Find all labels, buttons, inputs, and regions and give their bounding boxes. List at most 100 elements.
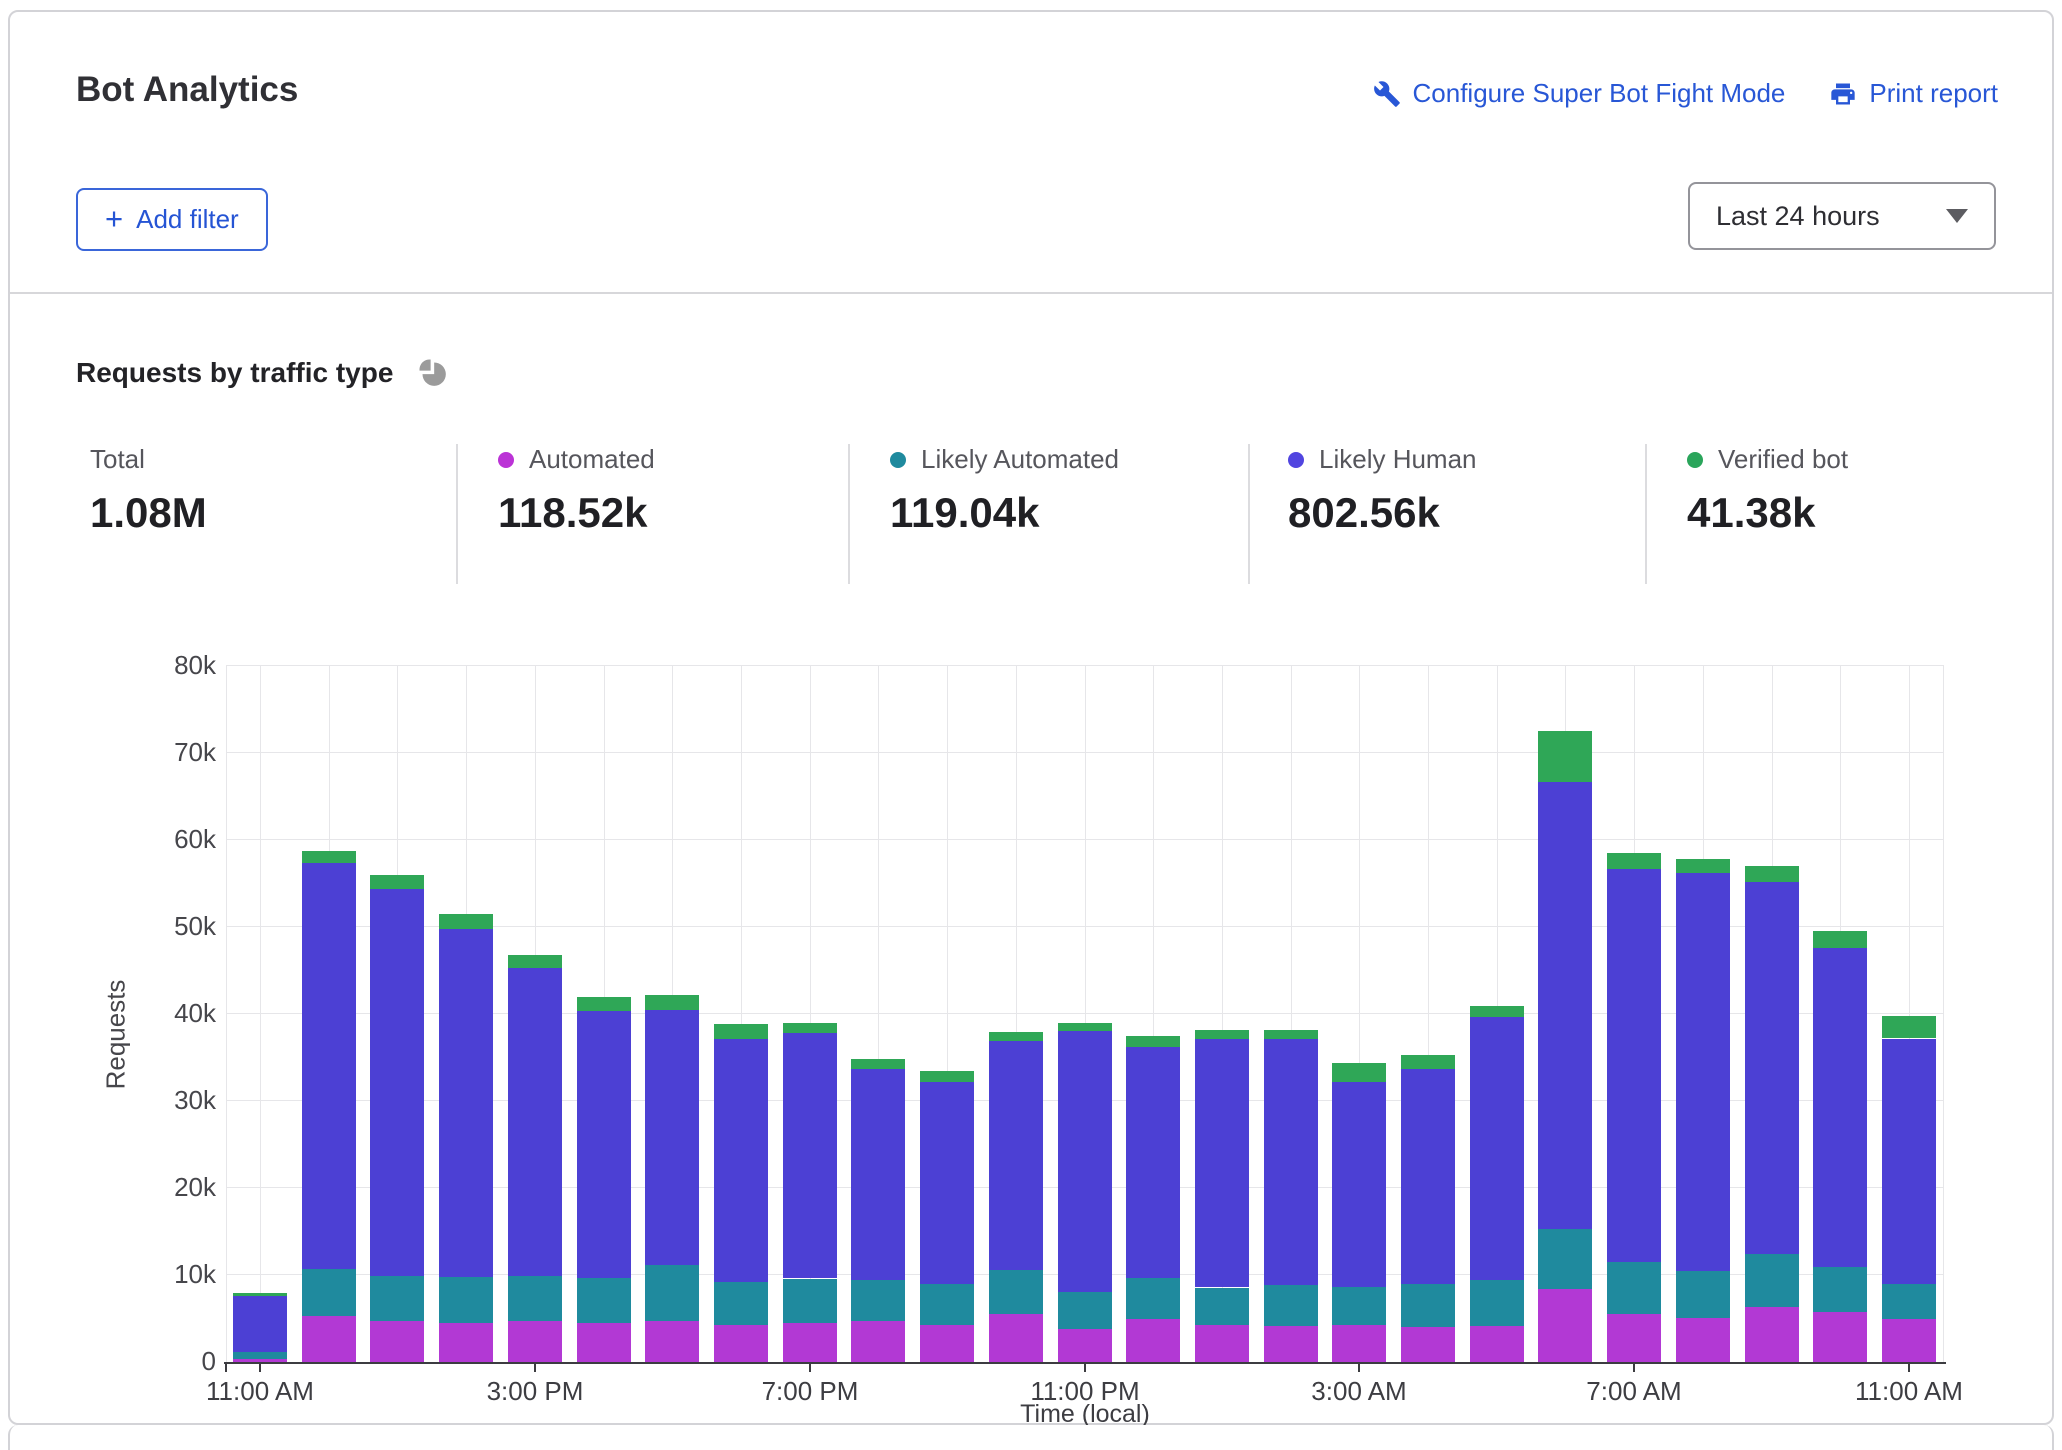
stacked-bar-3-00-am[interactable]: [1332, 1063, 1386, 1362]
bar-segment-likely-automated: [1058, 1292, 1112, 1329]
bar-segment-verified-bot: [645, 995, 699, 1010]
add-filter-button[interactable]: + Add filter: [76, 188, 268, 251]
stacked-bar-8-00-am[interactable]: [1676, 859, 1730, 1362]
stacked-bar-2-00-pm[interactable]: [439, 914, 493, 1362]
bar-segment-likely-human: [1676, 873, 1730, 1271]
bar-segment-likely-automated: [1882, 1283, 1936, 1319]
bar-segment-verified-bot: [783, 1023, 837, 1033]
bar-segment-automated: [1401, 1327, 1455, 1362]
stat-total-value: 1.08M: [90, 489, 207, 537]
y-tick-label: 60k: [76, 824, 216, 855]
stat-likely-human-label: Likely Human: [1319, 444, 1477, 475]
likely-automated-legend-dot: [890, 452, 906, 468]
bar-segment-automated: [1058, 1329, 1112, 1362]
stacked-bar-6-00-am[interactable]: [1538, 730, 1592, 1362]
bar-segment-automated: [1676, 1318, 1730, 1362]
bar-segment-automated: [851, 1321, 905, 1362]
stacked-bar-2-00-am[interactable]: [1264, 1031, 1318, 1362]
y-axis-tick-labels: 010k20k30k40k50k60k70k80k: [70, 666, 216, 1362]
bar-segment-likely-human: [1195, 1039, 1249, 1287]
bar-segment-likely-automated: [851, 1280, 905, 1321]
stacked-bar-8-00-pm[interactable]: [851, 1059, 905, 1362]
bar-segment-likely-human: [1470, 1016, 1524, 1280]
x-tick: [1358, 1362, 1360, 1372]
bar-segment-likely-automated: [1470, 1280, 1524, 1326]
bar-segment-likely-automated: [714, 1282, 768, 1325]
stacked-bar-9-00-am[interactable]: [1745, 866, 1799, 1362]
verified-bot-legend-dot: [1687, 452, 1703, 468]
stacked-bar-5-00-pm[interactable]: [645, 995, 699, 1362]
bar-segment-likely-automated: [920, 1284, 974, 1325]
stacked-bar-1-00-pm[interactable]: [370, 875, 424, 1362]
bar-segment-verified-bot: [1813, 931, 1867, 948]
stacked-bar-1-00-am[interactable]: [1195, 1031, 1249, 1362]
stacked-bar-12-00-am[interactable]: [1126, 1036, 1180, 1362]
bar-segment-verified-bot: [1401, 1055, 1455, 1069]
bar-segment-automated: [1470, 1326, 1524, 1362]
bar-segment-verified-bot: [1882, 1016, 1936, 1038]
stacked-bar-9-00-pm[interactable]: [920, 1071, 974, 1362]
bar-segment-likely-human: [577, 1011, 631, 1278]
stacked-bar-7-00-am[interactable]: [1607, 853, 1661, 1362]
stacked-bar-10-00-am[interactable]: [1813, 931, 1867, 1362]
bar-segment-verified-bot: [508, 955, 562, 968]
bar-segment-automated: [1882, 1319, 1936, 1362]
x-tick-label: 3:00 AM: [1279, 1376, 1439, 1407]
bar-segment-likely-human: [439, 929, 493, 1277]
configure-link-label: Configure Super Bot Fight Mode: [1413, 78, 1786, 109]
stat-total: Total 1.08M: [90, 444, 207, 537]
y-tick-label: 30k: [76, 1085, 216, 1116]
bar-segment-automated: [1607, 1314, 1661, 1362]
bar-segment-verified-bot: [1332, 1063, 1386, 1082]
stat-divider: [1248, 444, 1250, 584]
bar-segment-automated: [1332, 1325, 1386, 1362]
stacked-bar-4-00-am[interactable]: [1401, 1055, 1455, 1362]
bar-segment-verified-bot: [920, 1071, 974, 1082]
stacked-bar-12-00-pm[interactable]: [302, 850, 356, 1362]
bar-segment-automated: [783, 1323, 837, 1362]
bar-segment-likely-automated: [233, 1352, 287, 1359]
stacked-bar-6-00-pm[interactable]: [714, 1024, 768, 1362]
stat-automated-label: Automated: [529, 444, 655, 475]
stat-verified-bot: Verified bot 41.38k: [1687, 444, 1848, 537]
stat-likely-automated: Likely Automated 119.04k: [890, 444, 1119, 537]
bar-segment-likely-automated: [302, 1269, 356, 1316]
bar-segment-verified-bot: [851, 1059, 905, 1069]
stacked-bar-11-00-pm[interactable]: [1058, 1023, 1112, 1362]
bar-segment-likely-human: [851, 1069, 905, 1280]
stacked-bar-7-00-pm[interactable]: [783, 1023, 837, 1362]
bar-segment-automated: [302, 1316, 356, 1362]
stacked-bar-10-00-pm[interactable]: [989, 1032, 1043, 1362]
stacked-bar-3-00-pm[interactable]: [508, 955, 562, 1362]
x-tick: [1084, 1362, 1086, 1372]
bar-segment-likely-human: [1401, 1069, 1455, 1284]
bar-segment-verified-bot: [1195, 1030, 1249, 1039]
bar-segment-automated: [1813, 1312, 1867, 1362]
bar-segment-likely-human: [1332, 1082, 1386, 1287]
stat-automated-value: 118.52k: [498, 489, 655, 537]
stacked-bar-4-00-pm[interactable]: [577, 997, 631, 1362]
time-range-select[interactable]: Last 24 hours: [1688, 182, 1996, 250]
bar-segment-automated: [714, 1325, 768, 1362]
header-actions: Configure Super Bot Fight Mode Print rep…: [1373, 78, 1998, 109]
bar-segment-automated: [508, 1321, 562, 1362]
configure-super-bot-fight-mode-link[interactable]: Configure Super Bot Fight Mode: [1373, 78, 1786, 109]
y-tick-label: 10k: [76, 1259, 216, 1290]
y-tick-label: 20k: [76, 1172, 216, 1203]
x-axis-origin-tick: [225, 1362, 227, 1372]
next-card-stub: [8, 1425, 2054, 1450]
stacked-bar-5-00-am[interactable]: [1470, 1005, 1524, 1362]
plot-area: 11:00 AM3:00 PM7:00 PM11:00 PM3:00 AM7:0…: [226, 666, 1944, 1362]
bar-segment-likely-automated: [370, 1276, 424, 1321]
stacked-bar-11-00-am[interactable]: [233, 1292, 287, 1362]
bar-segment-likely-human: [1813, 948, 1867, 1267]
stat-divider: [1645, 444, 1647, 584]
stat-verified-bot-label: Verified bot: [1718, 444, 1848, 475]
bar-segment-likely-automated: [508, 1276, 562, 1321]
stacked-bar-11-00-am[interactable]: [1882, 1017, 1936, 1362]
print-report-link[interactable]: Print report: [1829, 78, 1998, 109]
stat-likely-automated-value: 119.04k: [890, 489, 1119, 537]
bar-segment-likely-human: [1882, 1039, 1936, 1284]
bar-segment-automated: [1264, 1326, 1318, 1362]
bar-segment-verified-bot: [714, 1024, 768, 1039]
